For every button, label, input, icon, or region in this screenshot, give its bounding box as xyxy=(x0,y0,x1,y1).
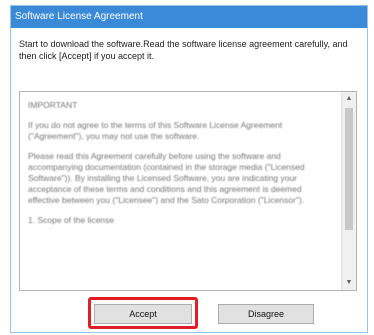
disagree-button[interactable]: Disagree xyxy=(218,304,314,324)
vertical-scrollbar[interactable]: ▲ ▼ xyxy=(341,92,356,290)
license-text: IMPORTANT If you do not agree to the ter… xyxy=(28,100,328,235)
license-paragraph: IMPORTANT xyxy=(28,100,78,110)
scrollbar-thumb[interactable] xyxy=(345,108,353,230)
scroll-down-icon[interactable]: ▼ xyxy=(342,276,356,290)
license-paragraph: Please read this Agreement carefully bef… xyxy=(28,151,305,205)
license-dialog: Software License Agreement Start to down… xyxy=(10,5,368,333)
license-paragraph: If you do not agree to the terms of this… xyxy=(28,120,283,141)
license-text-box[interactable]: IMPORTANT If you do not agree to the ter… xyxy=(19,91,357,291)
accept-button[interactable]: Accept xyxy=(94,304,192,324)
dialog-title: Software License Agreement xyxy=(11,6,367,28)
license-paragraph: 1. Scope of the license xyxy=(28,215,115,225)
scroll-up-icon[interactable]: ▲ xyxy=(342,92,356,106)
intro-text: Start to download the software.Read the … xyxy=(19,39,348,61)
